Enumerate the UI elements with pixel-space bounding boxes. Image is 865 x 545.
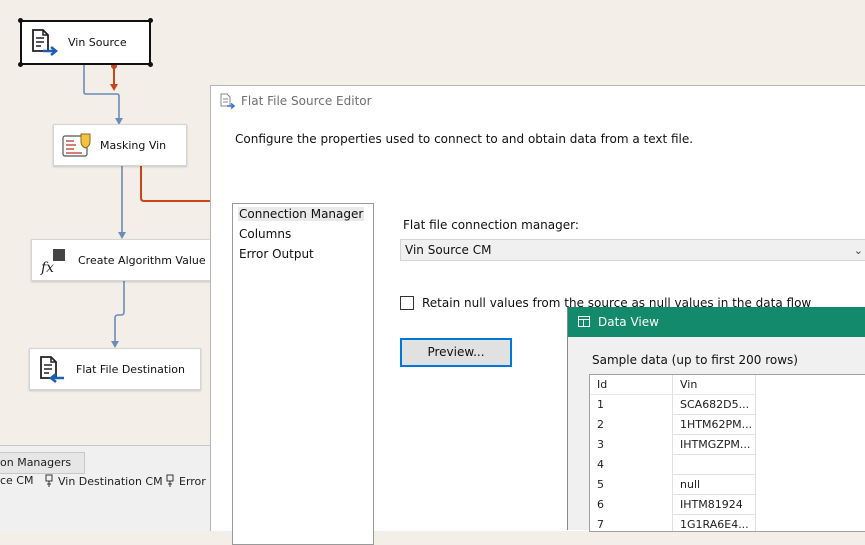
dialog-title-bar[interactable]: Flat File Source Editor [211, 86, 865, 116]
svg-text:fx: fx [40, 260, 54, 275]
nav-columns[interactable]: Columns [239, 227, 291, 241]
cell-id: 7 [590, 515, 673, 531]
connection-manager-select[interactable]: Vin Source CM ⌄ [400, 239, 865, 261]
grid-header-row: Id Vin [590, 375, 865, 395]
connection-manager-source[interactable]: ce CM [0, 474, 33, 487]
node-label: Vin Source [68, 36, 127, 49]
cell-vin: SCA682D5... [673, 395, 756, 415]
connection-plug-icon [166, 474, 174, 487]
flat-file-destination-node[interactable]: Flat File Destination [29, 348, 201, 390]
path-arrow [110, 84, 118, 91]
cell-vin: IHTMGZPM... [673, 435, 756, 455]
table-row[interactable]: 5 null [590, 475, 865, 495]
cell-id: 5 [590, 475, 673, 495]
chevron-down-icon: ⌄ [853, 244, 863, 257]
table-row[interactable]: 3 IHTMGZPM... [590, 435, 865, 455]
data-view-window: Data View Sample data (up to first 200 r… [567, 307, 865, 532]
masking-vin-node[interactable]: Masking Vin [53, 124, 187, 166]
table-row[interactable]: 2 1HTM62PM... [590, 415, 865, 435]
connection-managers-tray: on Managers ce CM Vin Destination CM Err… [0, 445, 220, 531]
node-label: Masking Vin [100, 138, 167, 152]
table-row[interactable]: 6 IHTM81924 [590, 495, 865, 515]
nav-connection-manager[interactable]: Connection Manager [238, 207, 365, 221]
path-error-to-dialog [140, 165, 210, 202]
table-row[interactable]: 7 1G1RA6E4... [590, 515, 865, 531]
resize-handle[interactable] [148, 18, 153, 23]
cell-id: 6 [590, 495, 673, 515]
script-component-icon [62, 132, 91, 160]
table-row[interactable]: 1 SCA682D5... [590, 395, 865, 415]
column-header-vin[interactable]: Vin [673, 375, 756, 395]
cell-vin: null [673, 475, 756, 495]
dialog-title: Flat File Source Editor [241, 94, 372, 108]
flat-file-source-icon [30, 29, 59, 57]
dialog-description: Configure the properties used to connect… [235, 132, 694, 146]
nav-error-output[interactable]: Error Output [239, 247, 314, 261]
connection-manager-label: ce CM [0, 474, 34, 487]
table-row[interactable]: 4 [590, 455, 865, 475]
retain-nulls-checkbox[interactable] [400, 296, 414, 310]
cell-id: 4 [590, 455, 673, 475]
cell-id: 2 [590, 415, 673, 435]
cell-vin: 1HTM62PM... [673, 415, 756, 435]
resize-handle[interactable] [148, 62, 153, 67]
column-header-id[interactable]: Id [590, 375, 673, 395]
vin-source-node[interactable]: Vin Source [18, 18, 153, 67]
preview-button[interactable]: Preview... [400, 338, 512, 367]
connection-plug-icon [45, 474, 53, 487]
create-algorithm-value-node[interactable]: fx Create Algorithm Value [31, 239, 215, 281]
cell-id: 1 [590, 395, 673, 415]
cell-id: 3 [590, 435, 673, 455]
tab-connection-managers[interactable]: on Managers [0, 452, 85, 474]
data-view-title: Data View [598, 315, 659, 329]
node-label: Flat File Destination [76, 362, 185, 376]
derived-column-fx-icon: fx [40, 247, 68, 276]
cell-vin [673, 455, 756, 475]
cell-vin: 1G1RA6E4... [673, 515, 756, 531]
flat-file-destination-icon [38, 356, 66, 384]
resize-handle[interactable] [18, 18, 23, 23]
node-label: Create Algorithm Value [78, 253, 206, 267]
connection-manager-label: Flat file connection manager: [403, 218, 579, 232]
connection-manager-vin-destination[interactable]: Vin Destination CM [44, 474, 163, 488]
connection-manager-label: Vin Destination CM [58, 474, 163, 488]
path-arrow [118, 232, 126, 239]
cell-vin: IHTM81924 [673, 495, 756, 515]
connection-manager-value: Vin Source CM [405, 243, 492, 257]
data-view-title-bar[interactable]: Data View [568, 307, 865, 337]
flat-file-source-icon [220, 93, 235, 109]
editor-nav-list: Connection Manager Columns Error Output [232, 203, 374, 545]
resize-handle[interactable] [18, 62, 23, 67]
path-create-to-destination [114, 280, 125, 343]
sample-data-grid[interactable]: Id Vin 1 SCA682D5... 2 1HTM62PM... 3 IHT… [589, 374, 865, 532]
data-grid-icon [578, 316, 590, 327]
sample-data-caption: Sample data (up to first 200 rows) [592, 353, 798, 367]
path-arrow [111, 341, 119, 348]
